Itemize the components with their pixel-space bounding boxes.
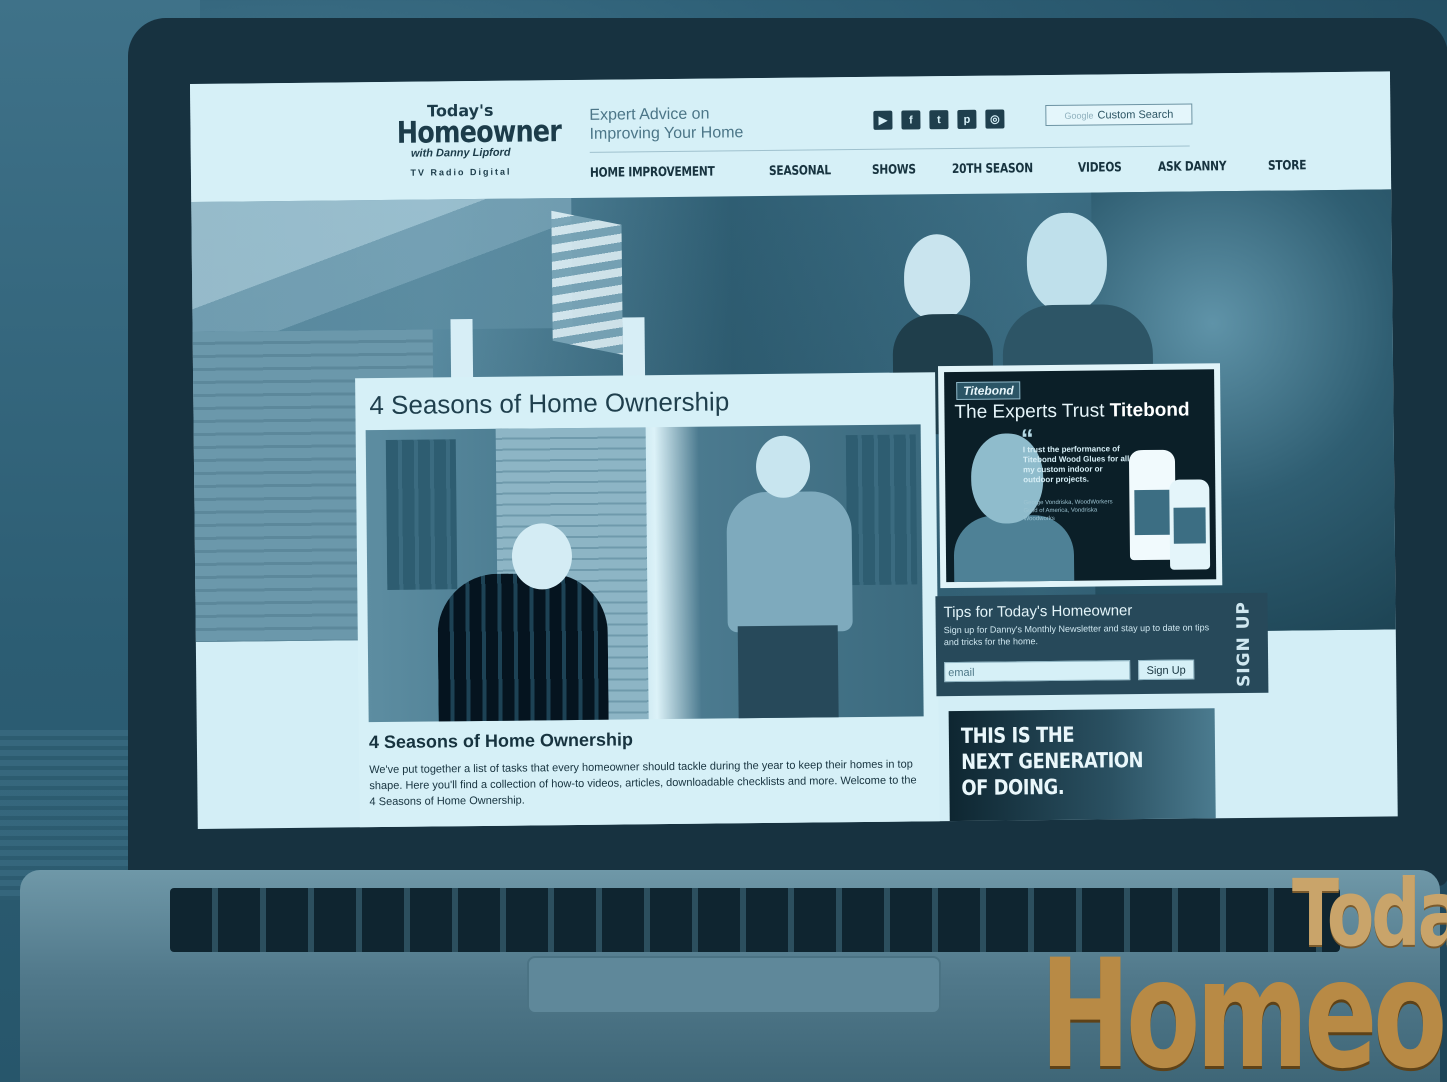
headline-line-2: NEXT GENERATION (961, 748, 1144, 774)
laptop-screen: Today's Homeowner with Danny Lipford TV … (190, 71, 1398, 829)
jeans (737, 625, 839, 723)
titebond-headline-text: The Experts Trust (954, 400, 1105, 424)
glue-bottle-icon (1169, 479, 1211, 570)
nav-divider (589, 145, 1190, 153)
sign-up-button[interactable]: Sign Up (1138, 659, 1195, 681)
nav-item-shows[interactable]: SHOWS (871, 162, 915, 177)
site-header: Today's Homeowner with Danny Lipford TV … (190, 71, 1392, 202)
torso (953, 514, 1075, 583)
corner-brand-logo: Toda Homeo (1040, 866, 1447, 1082)
laptop-touchpad (527, 956, 941, 1014)
house-roof (191, 198, 573, 332)
instagram-icon[interactable]: ◎ (985, 109, 1005, 129)
nav-item-videos[interactable]: VIDEOS (1078, 160, 1122, 175)
newsletter-signup: Tips for Today's Homeowner Sign up for D… (935, 592, 1269, 697)
sign-up-side-label: SIGN UP (1233, 600, 1255, 688)
feature-card: 4 Seasons of Home Ownership 4 Seasons of… (355, 372, 940, 829)
facebook-icon[interactable]: f (901, 110, 921, 130)
titebond-headline: The Experts Trust Titebond (954, 400, 1189, 424)
email-field[interactable]: email (944, 660, 1131, 683)
nav-item-seasonal[interactable]: SEASONAL (769, 163, 831, 179)
titebond-quote-author: George Vondriska, WoodWorkers Guild of A… (1023, 499, 1113, 523)
search-placeholder: Custom Search (1097, 108, 1174, 121)
main-nav: HOME IMPROVEMENT SEASONAL SHOWS 20TH SEA… (590, 158, 1315, 181)
next-generation-ad[interactable]: THIS IS THE NEXT GENERATION OF DOING. (948, 708, 1216, 829)
pinterest-icon[interactable]: p (957, 109, 977, 129)
nav-item-ask-danny[interactable]: ASK DANNY (1158, 159, 1227, 175)
face (755, 435, 811, 499)
american-flag (551, 210, 623, 355)
face (903, 233, 971, 321)
man-drilling (437, 523, 609, 723)
nav-item-20th-season[interactable]: 20TH SEASON (952, 161, 1033, 177)
newsletter-title: Tips for Today's Homeowner (943, 602, 1133, 622)
headline-line-3: OF DOING. (961, 774, 1065, 800)
titebond-ad-content: Titebond The Experts Trust Titebond “ I … (944, 369, 1217, 583)
newsletter-description: Sign up for Danny's Monthly Newsletter a… (943, 622, 1210, 648)
titebond-ad[interactable]: Titebond The Experts Trust Titebond “ I … (937, 363, 1223, 589)
twitter-icon[interactable]: t (929, 110, 949, 130)
nav-item-home-improvement[interactable]: HOME IMPROVEMENT (590, 165, 715, 181)
headline-line-1: THIS IS THE (960, 722, 1075, 748)
face (1026, 212, 1108, 314)
logo-main: Homeowner (396, 114, 562, 151)
titebond-logo: Titebond (956, 381, 1021, 400)
feature-title[interactable]: 4 Seasons of Home Ownership (369, 386, 729, 421)
face (511, 523, 573, 590)
next-generation-headline: THIS IS THE NEXT GENERATION OF DOING. (961, 721, 1144, 801)
window-shutter (845, 434, 918, 586)
shirt (726, 491, 853, 633)
sign-up-side-tab[interactable]: SIGN UP (1223, 601, 1264, 687)
corner-logo-line-2: Homeo (1040, 928, 1447, 1082)
tagline-line-1: Expert Advice on (589, 105, 710, 124)
titebond-quote: I trust the performance of Titebond Wood… (1022, 444, 1130, 485)
youtube-icon[interactable]: ▶ (873, 110, 893, 130)
feature-photo[interactable] (365, 424, 924, 723)
titebond-headline-brand: Titebond (1109, 399, 1190, 422)
social-links: ▶ f t p ◎ (873, 109, 1005, 130)
feature-subtitle[interactable]: 4 Seasons of Home Ownership (369, 729, 633, 753)
site-logo[interactable]: Today's Homeowner with Danny Lipford TV … (385, 101, 562, 178)
site-tagline: Expert Advice on Improving Your Home (589, 104, 743, 144)
woman-painting (726, 435, 853, 723)
tagline-line-2: Improving Your Home (589, 124, 744, 143)
feature-description: We've put together a list of tasks that … (369, 758, 917, 809)
search-brand: Google (1064, 110, 1094, 121)
plaid-shirt (437, 572, 609, 723)
nav-item-store[interactable]: STORE (1268, 158, 1306, 173)
logo-media: TV Radio Digital (410, 166, 512, 178)
search-input[interactable]: Google Custom Search (1045, 103, 1193, 127)
